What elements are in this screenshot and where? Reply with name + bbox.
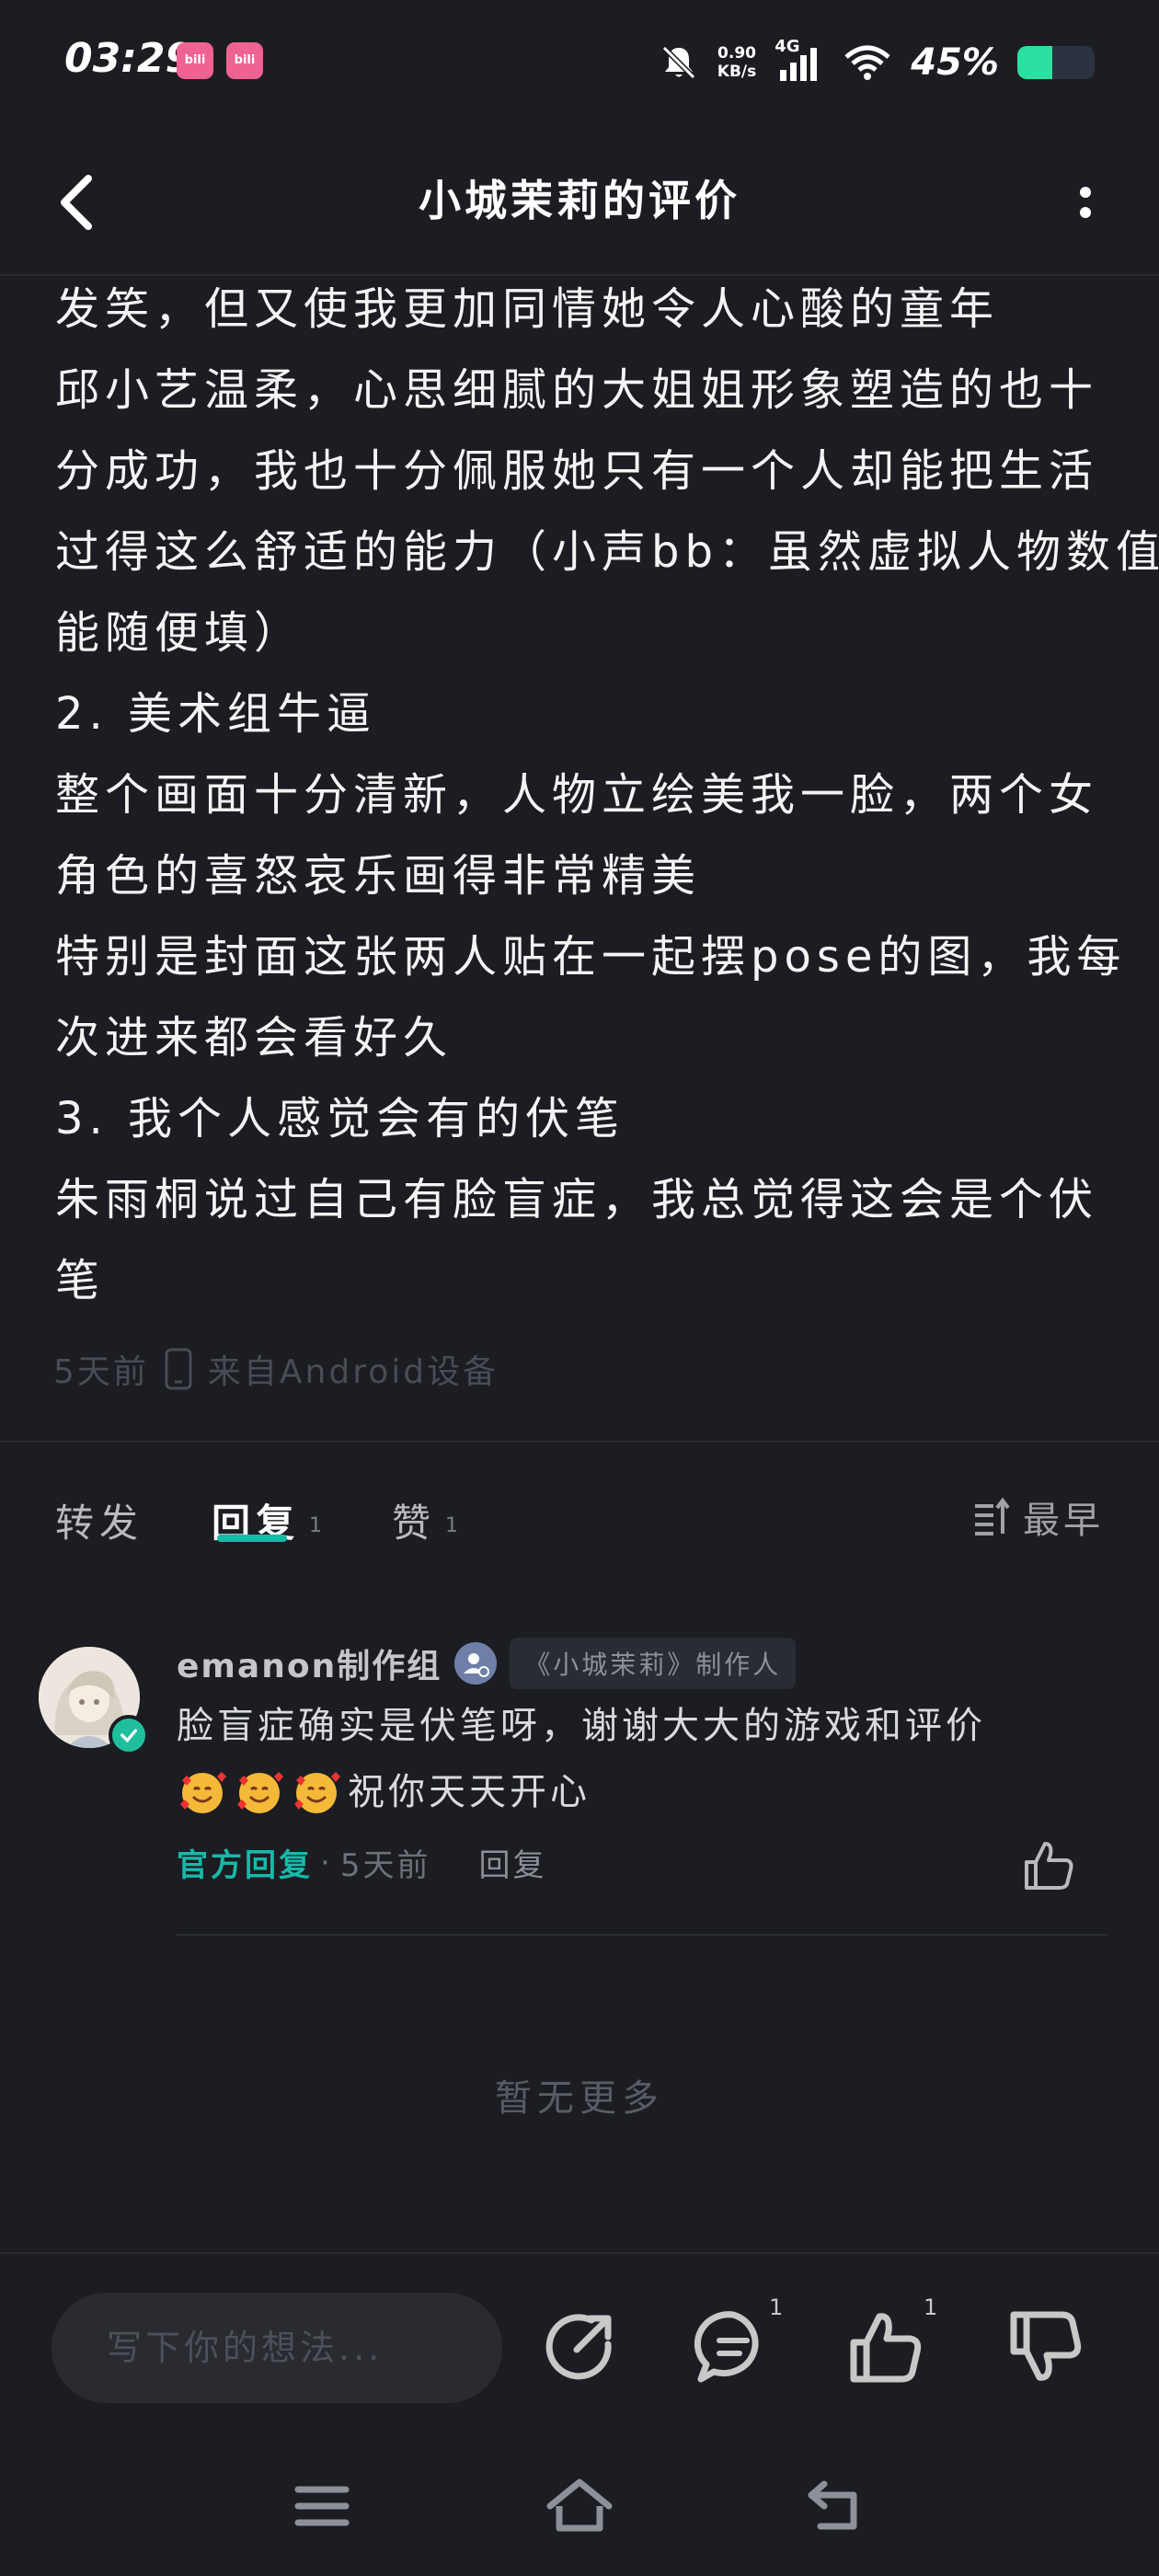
smiling-hearts-emoji-icon <box>294 1772 340 1813</box>
comment-text-line: 脸盲症确实是伏笔呀，谢谢大大的游戏和评价 <box>177 1705 986 1747</box>
sort-label: 最早 <box>1023 1500 1104 1542</box>
network-speed: 0.90 KB/s <box>717 44 756 81</box>
home-icon[interactable] <box>543 2473 616 2537</box>
sort-button[interactable]: 最早 <box>971 1490 1104 1544</box>
sort-icon <box>975 1497 1010 1535</box>
bilibili-icon: bili <box>226 42 263 79</box>
review-line: 发笑，但又使我更加同情她令人心酸的童年 <box>55 283 1000 335</box>
review-line: 分成功，我也十分佩服她只有一个人却能把生活 <box>55 445 1099 497</box>
review-time: 5天前 <box>53 1353 149 1391</box>
review-line: 能随便填） <box>55 607 304 659</box>
like-count: 1 <box>924 2294 938 2320</box>
review-line: 特别是封面这张两人贴在一起摆pose的图，我每 <box>55 931 1127 983</box>
dislike-icon[interactable] <box>1003 2306 1085 2388</box>
review-line: 角色的喜怒哀乐画得非常精美 <box>55 850 702 902</box>
separator-dot: · <box>320 1844 333 1881</box>
comment-divider <box>177 1934 1107 1936</box>
tab-likes[interactable]: 赞1 <box>392 1492 458 1548</box>
phone-icon <box>165 1348 192 1390</box>
status-time: 03:29 <box>64 35 194 82</box>
reply-count: 1 <box>769 2294 784 2320</box>
no-more-label: 暂无更多 <box>495 2077 664 2120</box>
bottom-action-bar: 1 1 <box>0 2252 1159 2436</box>
comment-input[interactable] <box>52 2293 502 2403</box>
author-role-tag: 《小城茉莉》制作人 <box>510 1638 797 1689</box>
comment-text: 脸盲症确实是伏笔呀，谢谢大大的游戏和评价 祝你天天开心 <box>177 1693 1096 1825</box>
battery-icon <box>1017 46 1095 79</box>
wifi-icon <box>844 45 890 80</box>
review-device: 来自Android设备 <box>207 1353 499 1391</box>
review-line: 3. 我个人感觉会有的伏笔 <box>55 1093 625 1144</box>
review-line: 过得这么舒适的能力（小声bb：虽然虚拟人物数值 <box>55 526 1159 578</box>
comment-footer: 官方回复 · 5天前 回复 <box>177 1840 546 1885</box>
tab-label: 转发 <box>55 1501 144 1546</box>
review-line: 整个画面十分清新，人物立绘美我一脸，两个女 <box>55 769 1099 821</box>
review-line: 2. 美术组牛逼 <box>55 688 377 740</box>
tab-label: 赞 <box>392 1501 437 1546</box>
developer-icon <box>454 1642 498 1685</box>
tab-count: 1 <box>445 1514 459 1537</box>
mute-bell-icon <box>661 45 695 80</box>
review-line: 笔 <box>55 1255 106 1306</box>
screen: 03:29 bili bili 0.90 KB/s 4G 45% 小城茉莉的评价… <box>0 0 1159 2576</box>
active-tab-indicator <box>217 1535 287 1542</box>
review-text: 发笑，但又使我更加同情她令人心酸的童年 邱小艺温柔，心思细腻的大姐姐形象塑造的也… <box>55 276 1159 1321</box>
header: 小城茉莉的评价 <box>0 129 1159 276</box>
comment-text-tail: 祝你天天开心 <box>348 1771 591 1813</box>
share-icon[interactable] <box>538 2306 621 2388</box>
menu-icon[interactable] <box>285 2473 359 2537</box>
tab-repost[interactable]: 转发 <box>55 1492 143 1548</box>
signal-icon: 4G <box>775 37 824 83</box>
review-line: 次进来都会看好久 <box>55 1012 453 1064</box>
page-title: 小城茉莉的评价 <box>419 176 740 225</box>
comment-author[interactable]: emanon制作组 <box>177 1639 442 1687</box>
review-meta: 5天前 来自Android设备 <box>53 1345 499 1393</box>
comment-time: 5天前 <box>339 1847 431 1884</box>
smiling-hearts-emoji-icon <box>237 1772 283 1813</box>
verified-badge-icon <box>109 1715 149 1755</box>
bilibili-icon: bili <box>177 42 213 79</box>
battery-percent: 45% <box>911 41 999 84</box>
comment-author-row: emanon制作组 《小城茉莉》制作人 <box>177 1638 797 1689</box>
reply-icon[interactable] <box>692 2306 775 2388</box>
system-nav-bar <box>0 2436 1159 2576</box>
status-bar: 03:29 bili bili 0.90 KB/s 4G 45% <box>0 0 1159 129</box>
back-icon[interactable] <box>800 2473 874 2537</box>
review-body: 发笑，但又使我更加同情她令人心酸的童年 邱小艺温柔，心思细腻的大姐姐形象塑造的也… <box>0 276 1159 1443</box>
official-reply-label: 官方回复 <box>177 1847 313 1884</box>
more-vertical-icon[interactable] <box>1067 170 1104 235</box>
comment-text-line: 祝你天天开心 <box>177 1759 1096 1825</box>
comment-reply-button[interactable]: 回复 <box>478 1840 546 1885</box>
tab-count: 1 <box>309 1514 323 1537</box>
status-right: 0.90 KB/s 4G 45% <box>659 35 1095 90</box>
like-icon[interactable] <box>844 2306 927 2388</box>
speed-value: 0.90 <box>717 44 756 63</box>
review-line: 朱雨桐说过自己有脸盲症，我总觉得这会是个伏 <box>55 1174 1099 1225</box>
smiling-hearts-emoji-icon <box>180 1772 226 1813</box>
speed-unit: KB/s <box>717 63 757 81</box>
thumbs-up-icon[interactable] <box>1019 1836 1078 1895</box>
review-line: 邱小艺温柔，心思细腻的大姐姐形象塑造的也十 <box>55 364 1099 416</box>
